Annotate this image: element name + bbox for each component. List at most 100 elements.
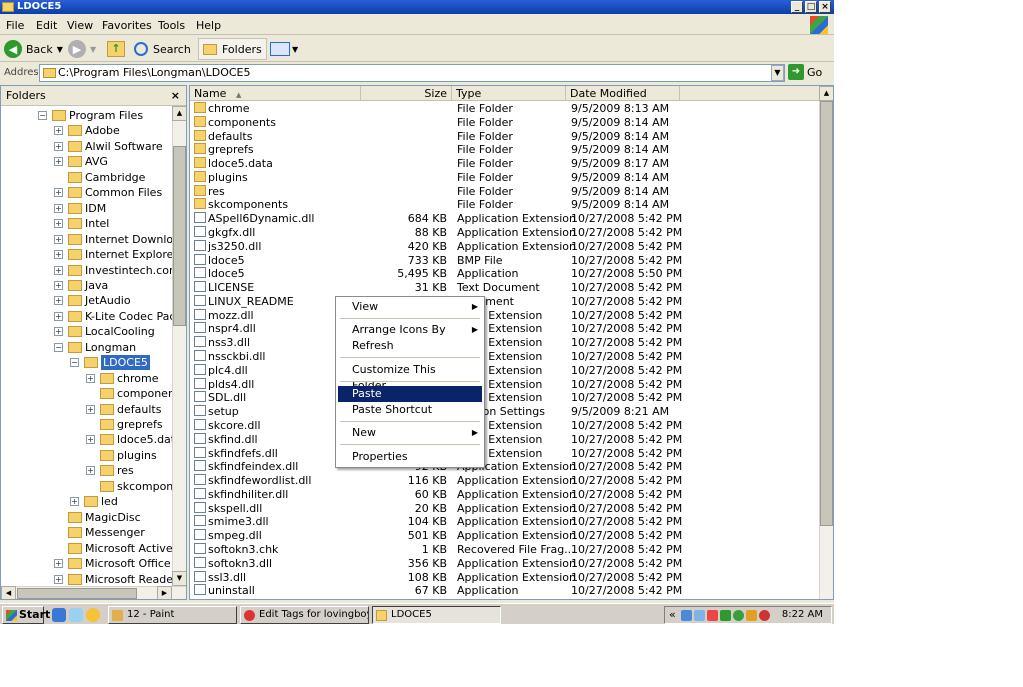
- menu-item-customize[interactable]: Customize This Folder...: [338, 362, 482, 392]
- task-button-browser[interactable]: Edit Tags for lovingboyck...: [240, 606, 369, 624]
- title-bar[interactable]: LDOCE5 _ □ ×: [0, 0, 834, 14]
- tree-expander-icon[interactable]: +: [54, 126, 63, 136]
- scroll-up-icon[interactable]: ▲: [172, 106, 186, 121]
- tree-item[interactable]: + IDM: [54, 201, 106, 216]
- tree-expander-icon[interactable]: +: [54, 219, 63, 229]
- tree-item[interactable]: + defaults: [86, 402, 161, 417]
- minimize-button[interactable]: _: [791, 1, 803, 13]
- scroll-thumb[interactable]: [173, 146, 186, 326]
- close-button[interactable]: ×: [819, 1, 831, 13]
- up-folder-button[interactable]: ↑: [107, 38, 125, 60]
- menu-item-paste[interactable]: Paste: [338, 386, 482, 402]
- internet-explorer-icon[interactable]: [52, 608, 66, 622]
- tree-expander-icon[interactable]: +: [54, 327, 63, 337]
- tree-horizontal-scrollbar[interactable]: ◀ ▶: [1, 586, 186, 599]
- views-button[interactable]: ▼: [270, 38, 298, 60]
- file-row[interactable]: smpeg.dll 501 KB Application Extension 10/2…: [190, 529, 820, 543]
- network-icon[interactable]: [681, 610, 692, 621]
- tree-expander-icon[interactable]: −: [54, 342, 63, 352]
- menu-help[interactable]: Help: [196, 19, 221, 32]
- file-row[interactable]: skcomponents File Folder 9/5/2009 8:14 AM: [190, 198, 820, 212]
- menu-item-view[interactable]: View ▶: [338, 299, 482, 315]
- file-row[interactable]: ldoce5.data File Folder 9/5/2009 8:17 AM: [190, 157, 820, 171]
- file-row[interactable]: components File Folder 9/5/2009 8:14 AM: [190, 115, 820, 130]
- tree-expander-icon[interactable]: +: [54, 311, 63, 321]
- file-row[interactable]: ASpell6Dynamic.dll 684 KB Application Exte…: [190, 212, 820, 226]
- folders-button[interactable]: Folders: [198, 38, 267, 60]
- tree-item[interactable]: Microsoft ActiveSyr: [54, 541, 186, 556]
- menu-view[interactable]: View: [67, 19, 93, 32]
- address-input[interactable]: C:\Program Files\Longman\LDOCE5: [39, 64, 785, 82]
- tree-item[interactable]: greprefs: [86, 417, 163, 432]
- tree-expander-icon[interactable]: +: [70, 497, 79, 507]
- file-row[interactable]: LINUX_README Document 10/27/2008 5:42 PM: [190, 294, 820, 309]
- scroll-thumb[interactable]: [820, 101, 833, 526]
- tree-item[interactable]: + Adobe: [54, 123, 120, 138]
- tree-expander-icon[interactable]: −: [70, 358, 79, 368]
- tree-expander-icon[interactable]: +: [54, 280, 63, 290]
- column-header-date[interactable]: Date Modified: [566, 86, 680, 101]
- tree-item[interactable]: + Microsoft Office: [54, 556, 171, 571]
- tree-item[interactable]: + Investintech.com Ir: [54, 263, 186, 278]
- menu-tools[interactable]: Tools: [158, 19, 185, 32]
- tree-item[interactable]: + Internet Explorer: [54, 247, 178, 262]
- scroll-left-icon[interactable]: ◀: [1, 586, 16, 599]
- file-row[interactable]: skfindhiliter.dll 60 KB Application Extens…: [190, 487, 820, 502]
- tree-item[interactable]: + Alwil Software: [54, 139, 163, 154]
- file-row[interactable]: nspr4.dll ation Extension 10/27/2008 5:42 …: [190, 322, 820, 336]
- menu-favorites[interactable]: Favorites: [102, 19, 152, 32]
- tree-item[interactable]: + JetAudio: [54, 293, 131, 308]
- menu-item-properties[interactable]: Properties: [338, 449, 482, 465]
- files-vertical-scrollbar[interactable]: ▲: [819, 86, 833, 599]
- file-row[interactable]: ldoce5 733 KB BMP File 10/27/2008 5:42 PM: [190, 253, 820, 268]
- tree-vertical-scrollbar[interactable]: ▲ ▼: [172, 106, 186, 586]
- column-header-size[interactable]: Size: [361, 86, 452, 101]
- security-icon[interactable]: [759, 610, 770, 621]
- file-row[interactable]: plds4.dll ation Extension 10/27/2008 5:42 …: [190, 377, 820, 392]
- file-row[interactable]: plc4.dll ation Extension 10/27/2008 5:42 P…: [190, 363, 820, 378]
- file-row[interactable]: skfindfeindex.dll92 KBApplication Extens…: [190, 460, 820, 474]
- file-row[interactable]: uninstall 67 KB Application 10/27/2008 5:42…: [190, 584, 820, 598]
- file-row[interactable]: res File Folder 9/5/2009 8:14 AM: [190, 184, 820, 199]
- tree-expander-icon[interactable]: +: [86, 466, 95, 476]
- tree-expander-icon[interactable]: +: [54, 296, 63, 306]
- file-row[interactable]: js3250.dll 420 KB Application Extension 10/…: [190, 239, 820, 254]
- tree-expander-icon[interactable]: +: [86, 435, 95, 445]
- tree-item[interactable]: + chrome: [86, 371, 159, 386]
- tree-item[interactable]: + led: [70, 494, 118, 509]
- tree-item[interactable]: + Internet Download: [54, 232, 186, 247]
- tree-expander-icon[interactable]: +: [54, 188, 63, 198]
- volume-icon[interactable]: [733, 610, 744, 621]
- menu-edit[interactable]: Edit: [36, 19, 57, 32]
- tree-expander-icon[interactable]: +: [54, 141, 63, 151]
- back-button[interactable]: ◀ Back ▼: [4, 38, 63, 60]
- file-row[interactable]: skfindfefs.dll ation Extension 10/27/2008 …: [190, 446, 820, 461]
- display-icon[interactable]: [694, 610, 705, 621]
- tree-expander-icon[interactable]: +: [54, 203, 63, 213]
- tray-expand-icon[interactable]: «: [669, 608, 676, 621]
- file-row[interactable]: plugins File Folder 9/5/2009 8:14 AM: [190, 170, 820, 185]
- tree-expander-icon[interactable]: +: [54, 574, 63, 584]
- file-row[interactable]: skfind.dll ation Extension 10/27/2008 5:42…: [190, 432, 820, 447]
- tree-expander-icon[interactable]: +: [54, 157, 63, 167]
- tree-item[interactable]: + Java: [54, 278, 108, 293]
- tree-item[interactable]: + Intel: [54, 216, 109, 231]
- tree-expander-icon[interactable]: −: [38, 111, 47, 120]
- file-row[interactable]: softokn3.dll 356 KB Application Extension 1…: [190, 556, 820, 571]
- start-button[interactable]: Start: [2, 606, 50, 624]
- file-row[interactable]: chrome File Folder 9/5/2009 8:13 AM: [190, 102, 820, 116]
- file-row[interactable]: skfindfewordlist.dll 116 KB Application Ex…: [190, 474, 820, 488]
- column-header-type[interactable]: Type: [452, 86, 566, 101]
- file-row[interactable]: mozz.dll ation Extension 10/27/2008 5:42 P…: [190, 308, 820, 323]
- tree-item[interactable]: + ldoce5.data: [86, 432, 182, 447]
- play-icon[interactable]: [720, 610, 731, 621]
- search-button[interactable]: Search: [134, 38, 191, 60]
- scroll-up-icon[interactable]: ▲: [819, 86, 833, 101]
- scroll-right-icon[interactable]: ▶: [157, 586, 172, 599]
- tree-item[interactable]: + LocalCooling: [54, 324, 155, 339]
- file-row[interactable]: skcore.dll ation Extension 10/27/2008 5:42…: [190, 418, 820, 433]
- menu-item-refresh[interactable]: Refresh: [338, 338, 482, 354]
- address-dropdown-button[interactable]: ▼: [771, 65, 784, 81]
- tree-expander-icon[interactable]: +: [86, 404, 95, 414]
- antivirus-icon[interactable]: [707, 610, 718, 621]
